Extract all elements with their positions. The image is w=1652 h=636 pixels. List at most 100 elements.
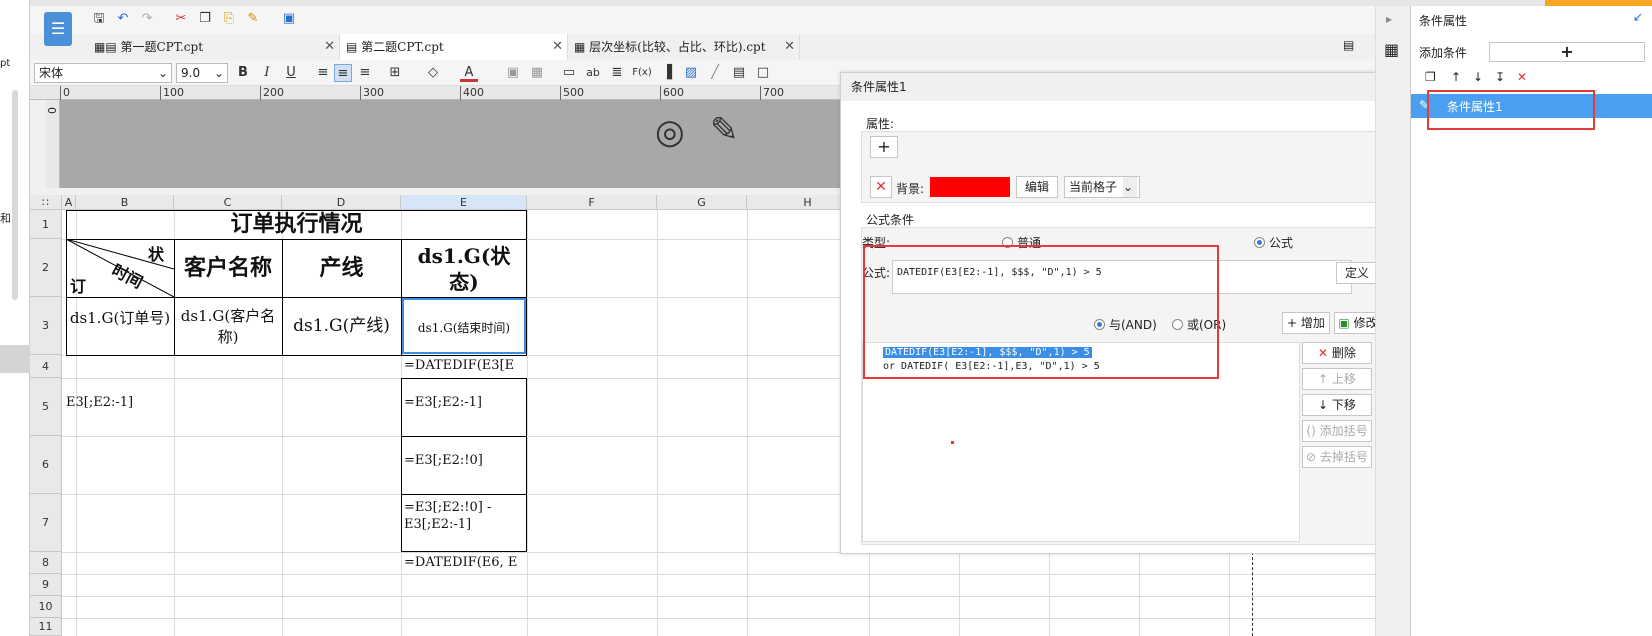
row-header[interactable]: 8 xyxy=(30,552,62,574)
hide-icon[interactable]: ◎ xyxy=(655,112,685,152)
row-header[interactable]: 9 xyxy=(30,574,62,596)
undo-icon[interactable]: ↶ xyxy=(114,10,132,28)
type-formula-radio[interactable]: 公式 xyxy=(1254,234,1293,251)
delete-button[interactable]: ✕ 删除 xyxy=(1302,342,1372,364)
row-header[interactable]: 5 xyxy=(30,378,62,436)
merge-icon[interactable]: ▣ xyxy=(504,64,522,82)
scope-select[interactable]: 当前格子 ⌄ xyxy=(1064,176,1140,198)
add-attr-button[interactable]: + xyxy=(870,136,898,158)
copy-icon[interactable]: ❐ xyxy=(196,10,214,28)
edit-pencil-icon[interactable]: ✎ xyxy=(710,110,739,150)
col-header[interactable]: D xyxy=(282,195,401,210)
cell-e6[interactable]: =E3[;E2:!0] xyxy=(404,453,526,468)
down-label: 下移 xyxy=(1331,398,1356,412)
tab-file-3[interactable]: ▦ 层次坐标(比较、占比、环比).cpt ✕ xyxy=(568,34,800,60)
cell-end-time[interactable]: ds1.G(结束时间) xyxy=(402,298,526,354)
template-icon[interactable]: ▣ xyxy=(280,10,298,28)
row-header[interactable]: 7 xyxy=(30,494,62,552)
move-up-button[interactable]: ↑ 上移 xyxy=(1302,368,1372,390)
remove-paren-button[interactable]: ⊘ 去掉括号 xyxy=(1302,446,1372,468)
copy-icon[interactable]: ❐ xyxy=(1425,70,1436,84)
arrow-down-icon[interactable]: ↓ xyxy=(1473,70,1483,84)
text-button[interactable]: ab xyxy=(584,64,602,82)
close-icon[interactable]: ✕ xyxy=(324,34,335,60)
col-header[interactable]: F xyxy=(527,195,657,210)
cell-attr-icon[interactable]: ▦ xyxy=(1384,40,1399,59)
row-header[interactable]: 6 xyxy=(30,436,62,494)
chart-icon[interactable]: ▐ xyxy=(658,64,676,82)
paste-icon[interactable]: ⎘ xyxy=(220,10,238,28)
font-size-select[interactable]: 9.0 ⌄ xyxy=(176,63,228,83)
cell-e7[interactable]: =E3[;E2:!0] - E3[;E2:-1] xyxy=(404,499,526,533)
report-title[interactable]: 订单执行情况 xyxy=(66,210,527,239)
new-report-icon[interactable]: ☰ xyxy=(44,12,72,46)
row-header[interactable]: 4 xyxy=(30,355,62,378)
add-button[interactable]: + 增加 xyxy=(1282,312,1330,334)
bold-button[interactable]: B xyxy=(234,64,252,82)
move-bottom-icon[interactable]: ↧ xyxy=(1495,70,1505,84)
remove-attr-icon[interactable]: ✕ xyxy=(870,176,892,198)
add-condition-button[interactable]: + xyxy=(1489,42,1645,62)
cell-icon[interactable]: ▭ xyxy=(560,64,578,82)
format-brush-icon[interactable]: ✎ xyxy=(244,10,262,28)
col-header[interactable]: G xyxy=(657,195,747,210)
grid-corner[interactable]: ∷ xyxy=(30,195,62,210)
redo-icon[interactable]: ↷ xyxy=(138,10,156,28)
border-icon[interactable]: ⊞ xyxy=(386,64,404,82)
edit-button[interactable]: 编辑 xyxy=(1016,176,1058,198)
rich-text-icon[interactable]: ≣ xyxy=(608,64,626,82)
delete-icon[interactable]: ✕ xyxy=(1517,70,1527,84)
align-center-icon[interactable]: ≡ xyxy=(334,64,352,82)
font-color-button[interactable]: A xyxy=(460,64,478,82)
tab-file-1[interactable]: ▦▤ 第一题CPT.cpt ✕ xyxy=(88,34,340,60)
chevron-down-icon: ⌄ xyxy=(1123,177,1137,197)
cell-e4[interactable]: =DATEDIF(E3[E xyxy=(404,358,526,373)
align-right-icon[interactable]: ≡ xyxy=(356,64,374,82)
ruler-mark: 400 xyxy=(460,86,484,100)
header-line[interactable]: 产线 xyxy=(282,239,401,297)
header-customer[interactable]: 客户名称 xyxy=(174,239,282,297)
image-icon[interactable]: ▨ xyxy=(682,64,700,82)
header-status[interactable]: ds1.G(状态) xyxy=(404,243,524,297)
fill-color-icon[interactable]: ◇ xyxy=(424,64,442,82)
col-header[interactable]: E xyxy=(401,195,527,210)
row-header[interactable]: 2 xyxy=(30,239,62,297)
formula-button[interactable]: F(x) xyxy=(630,64,654,82)
add-paren-button[interactable]: () 添加括号 xyxy=(1302,420,1372,442)
left-scrollbar[interactable] xyxy=(12,90,18,300)
save-icon[interactable]: 🖫 xyxy=(90,10,108,28)
cell-customer[interactable]: ds1.G(客户名称) xyxy=(174,297,282,355)
row-header[interactable]: 3 xyxy=(30,297,62,355)
split-icon[interactable]: ▦ xyxy=(528,64,546,82)
cell-order-no[interactable]: ds1.G(订单号) xyxy=(66,297,174,355)
italic-button[interactable]: I xyxy=(258,64,276,82)
tab-menu-icon[interactable]: ▤ xyxy=(1343,38,1354,52)
subreport-icon[interactable]: ▤ xyxy=(730,64,748,82)
row-header[interactable]: 10 xyxy=(30,596,62,618)
font-select[interactable]: 宋体 ⌄ xyxy=(34,63,172,83)
row-header[interactable]: 1 xyxy=(30,210,62,239)
align-left-icon[interactable]: ≡ xyxy=(314,64,332,82)
col-header[interactable]: A xyxy=(62,195,76,210)
arrow-up-icon[interactable]: ↑ xyxy=(1451,70,1461,84)
cell-line[interactable]: ds1.G(产线) xyxy=(282,297,401,355)
bg-color-swatch[interactable] xyxy=(930,177,1010,197)
underline-button[interactable]: U xyxy=(282,64,300,82)
slash-icon[interactable]: ╱ xyxy=(706,64,724,82)
tab-file-2[interactable]: ▤ 第二题CPT.cpt ✕ xyxy=(340,34,568,60)
col-header[interactable]: B xyxy=(76,195,174,210)
define-button[interactable]: 定义 xyxy=(1336,262,1378,284)
radio-label: 公式 xyxy=(1269,236,1294,250)
move-down-button[interactable]: ↓ 下移 xyxy=(1302,394,1372,416)
close-icon[interactable]: ✕ xyxy=(784,34,795,60)
cut-icon[interactable]: ✂ xyxy=(172,10,190,28)
close-icon[interactable]: ✕ xyxy=(552,34,563,60)
collapse-icon[interactable]: ↙ xyxy=(1633,10,1643,24)
row-header[interactable]: 11 xyxy=(30,618,62,636)
cell-e5[interactable]: =E3[;E2:-1] xyxy=(404,395,526,410)
col-header[interactable]: C xyxy=(174,195,282,210)
cell-b5[interactable]: E3[;E2:-1] xyxy=(66,395,174,410)
frame-icon[interactable]: □ xyxy=(754,64,772,82)
expand-icon[interactable]: ▸ xyxy=(1386,12,1392,26)
cell-e8[interactable]: =DATEDIF(E6, E xyxy=(404,555,526,570)
